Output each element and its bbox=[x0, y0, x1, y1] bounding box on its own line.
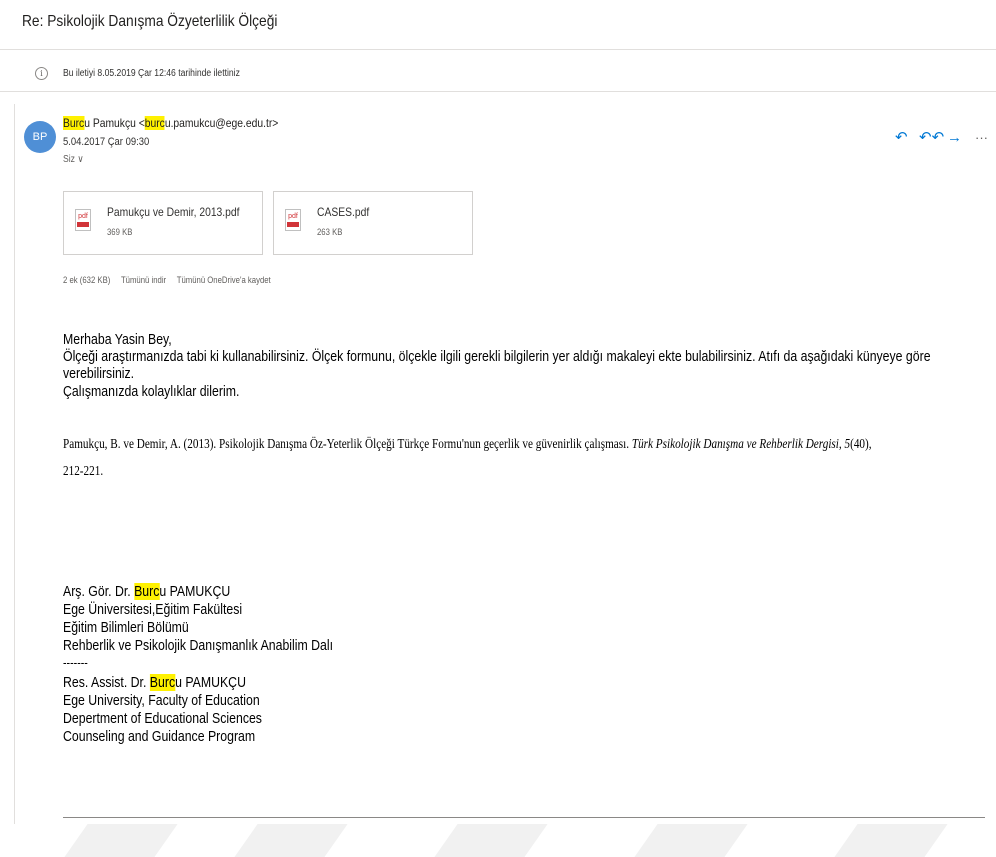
body-line: Çalışmanızda kolaylıklar dilerim. bbox=[63, 383, 240, 400]
email-subject: Re: Psikolojik Danışma Özyeterlilik Ölçe… bbox=[22, 13, 278, 30]
body-line: verebilirsiniz. bbox=[63, 365, 135, 382]
attachment-summary: 2 ek (632 KB) Tümünü indir Tümünü OneDri… bbox=[63, 275, 279, 285]
body-line: Ölçeği araştırmanızda tabi ki kullanabil… bbox=[63, 348, 931, 365]
forward-icon[interactable]: → bbox=[947, 129, 962, 147]
signature-line: Ege Üniversitesi,Eğitim Fakültesi bbox=[63, 601, 243, 618]
signature-separator: ------- bbox=[63, 655, 88, 670]
info-icon: i bbox=[35, 67, 48, 80]
signature-line: Counseling and Guidance Program bbox=[63, 728, 256, 745]
signature-name-rest: u PAMUKÇU bbox=[159, 583, 231, 600]
forward-info-bar: i Bu iletiyi 8.05.2019 Çar 12:46 tarihin… bbox=[0, 58, 996, 92]
signature-name-highlight: Burc bbox=[134, 583, 160, 600]
reply-icon[interactable]: ↶ bbox=[895, 129, 908, 147]
signature-line: Ege University, Faculty of Education bbox=[63, 692, 260, 709]
attachment-count: 2 ek (632 KB) bbox=[63, 275, 111, 285]
pdf-file-icon: pdf bbox=[75, 209, 91, 231]
forward-info-text: Bu iletiyi 8.05.2019 Çar 12:46 tarihinde… bbox=[63, 68, 240, 79]
download-all-link[interactable]: Tümünü indir bbox=[121, 275, 166, 285]
attachment-card[interactable]: pdf CASES.pdf 263 KB bbox=[273, 191, 473, 255]
reference-issue: (40), bbox=[850, 437, 872, 452]
signature-line: Arş. Gör. Dr. Burcu PAMUKÇU bbox=[63, 583, 230, 600]
signature-name-highlight: Burc bbox=[149, 674, 176, 691]
signature-line: Eğitim Bilimleri Bölümü bbox=[63, 619, 189, 636]
avatar[interactable]: BP bbox=[24, 121, 56, 153]
attachment-card[interactable]: pdf Pamukçu ve Demir, 2013.pdf 369 KB bbox=[63, 191, 263, 255]
reference-citation: Pamukçu, B. ve Demir, A. (2013). Psikolo… bbox=[63, 437, 872, 453]
attachment-size: 263 KB bbox=[317, 227, 343, 237]
signature-title: Res. Assist. Dr. bbox=[63, 674, 150, 691]
sender-name-highlight: Burc bbox=[63, 116, 85, 130]
conversation-line bbox=[14, 104, 15, 824]
pdf-file-icon: pdf bbox=[285, 209, 301, 231]
reference-authors: Pamukçu, B. ve Demir, A. (2013). Psikolo… bbox=[63, 437, 632, 452]
reply-all-icon[interactable]: ↶↶ bbox=[919, 129, 944, 147]
recipient-toggle[interactable]: Siz ∨ bbox=[63, 154, 84, 165]
pdf-icon-label: pdf bbox=[78, 213, 88, 220]
signature-line: Res. Assist. Dr. Burcu PAMUKÇU bbox=[63, 674, 246, 691]
subject-bar: Re: Psikolojik Danışma Özyeterlilik Ölçe… bbox=[0, 0, 996, 50]
signature-line: Depertment of Educational Sciences bbox=[63, 710, 262, 727]
save-onedrive-link[interactable]: Tümünü OneDrive'a kaydet bbox=[177, 275, 271, 285]
pdf-icon-label: pdf bbox=[288, 213, 298, 220]
signature-line: Rehberlik ve Psikolojik Danışmanlık Anab… bbox=[63, 637, 334, 654]
reference-pages: 212-221. bbox=[63, 464, 104, 479]
reference-journal: Türk Psikolojik Danışma ve Rehberlik Der… bbox=[631, 437, 839, 452]
greeting: Merhaba Yasin Bey, bbox=[63, 331, 172, 348]
more-icon[interactable]: ··· bbox=[975, 129, 988, 147]
decorative-stripes bbox=[0, 818, 996, 857]
attachment-name: CASES.pdf bbox=[317, 205, 370, 219]
attachment-size: 369 KB bbox=[107, 227, 133, 237]
sent-date: 5.04.2017 Çar 09:30 bbox=[63, 136, 150, 148]
signature-title: Arş. Gör. Dr. bbox=[63, 583, 135, 600]
sender-email-highlight: burc bbox=[144, 116, 165, 130]
sender-name-rest: u Pamukçu < bbox=[84, 116, 145, 130]
sender-email-rest: u.pamukcu@ege.edu.tr> bbox=[164, 116, 279, 130]
signature-name-rest: u PAMUKÇU bbox=[175, 674, 246, 691]
sender-line[interactable]: Burcu Pamukçu <burcu.pamukcu@ege.edu.tr> bbox=[63, 116, 278, 130]
attachment-name: Pamukçu ve Demir, 2013.pdf bbox=[107, 205, 240, 219]
